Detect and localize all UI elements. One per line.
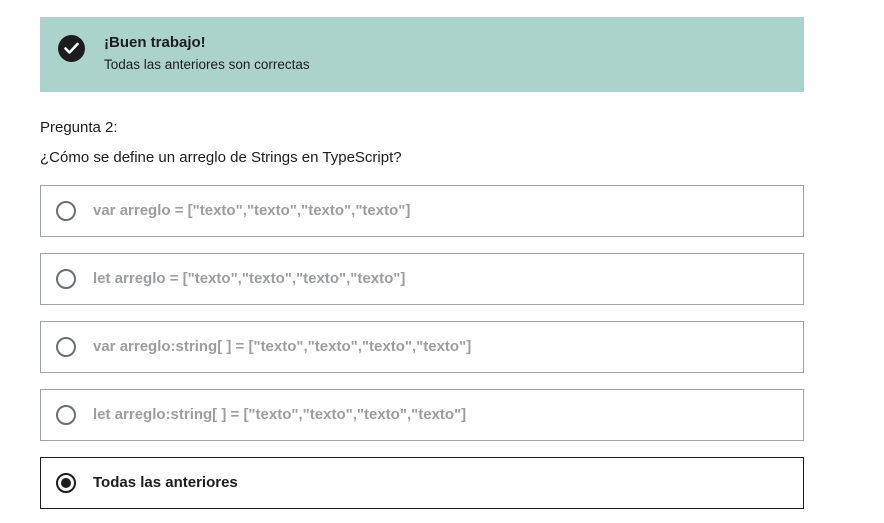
answer-option-1[interactable]: var arreglo = ["texto","texto","texto","… (40, 185, 804, 237)
radio-button[interactable] (56, 337, 76, 357)
answer-option-label: let arreglo = ["texto","texto","texto","… (93, 270, 406, 287)
answer-option-label: var arreglo = ["texto","texto","texto","… (93, 202, 411, 219)
answer-option-2[interactable]: let arreglo = ["texto","texto","texto","… (40, 253, 804, 305)
answer-option-label: let arreglo:string[ ] = ["texto","texto"… (93, 406, 467, 423)
answer-option-3[interactable]: var arreglo:string[ ] = ["texto","texto"… (40, 321, 804, 373)
feedback-title: ¡Buen trabajo! (104, 34, 206, 51)
question-number: Pregunta 2: (40, 119, 118, 136)
feedback-banner: ¡Buen trabajo! Todas las anteriores son … (40, 17, 804, 92)
radio-button[interactable] (56, 201, 76, 221)
answer-option-label: Todas las anteriores (93, 474, 238, 491)
radio-button[interactable] (56, 269, 76, 289)
radio-button[interactable] (56, 405, 76, 425)
answer-option-5[interactable]: Todas las anteriores (40, 457, 804, 509)
check-circle-icon (58, 35, 85, 62)
question-text: ¿Cómo se define un arreglo de Strings en… (40, 149, 402, 166)
radio-button-selected[interactable] (56, 473, 76, 493)
answer-option-label: var arreglo:string[ ] = ["texto","texto"… (93, 338, 472, 355)
feedback-message: Todas las anteriores son correctas (104, 57, 310, 72)
answer-option-4[interactable]: let arreglo:string[ ] = ["texto","texto"… (40, 389, 804, 441)
